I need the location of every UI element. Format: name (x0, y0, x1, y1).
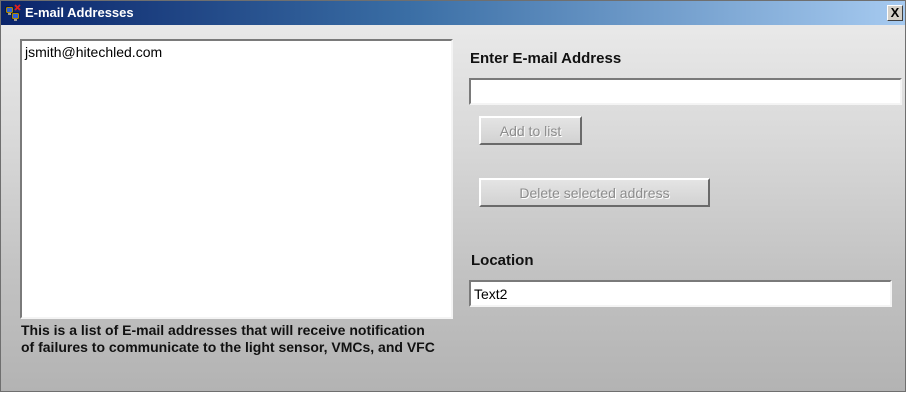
email-address-list[interactable]: jsmith@hitechled.com (20, 39, 453, 319)
list-description: This is a list of E-mail addresses that … (21, 322, 435, 355)
title-bar[interactable]: E-mail Addresses X (1, 1, 905, 25)
add-to-list-button[interactable]: Add to list (479, 116, 582, 145)
email-input[interactable] (469, 78, 902, 105)
window-title: E-mail Addresses (25, 5, 134, 20)
enter-email-label: Enter E-mail Address (470, 50, 622, 67)
location-input[interactable] (469, 280, 892, 307)
close-button[interactable]: X (887, 5, 903, 21)
network-computers-icon (5, 4, 23, 22)
delete-selected-address-button[interactable]: Delete selected address (479, 178, 710, 207)
email-addresses-dialog: E-mail Addresses X jsmith@hitechled.com … (0, 0, 906, 392)
location-label: Location (471, 252, 534, 269)
list-item-email[interactable]: jsmith@hitechled.com (25, 44, 162, 60)
